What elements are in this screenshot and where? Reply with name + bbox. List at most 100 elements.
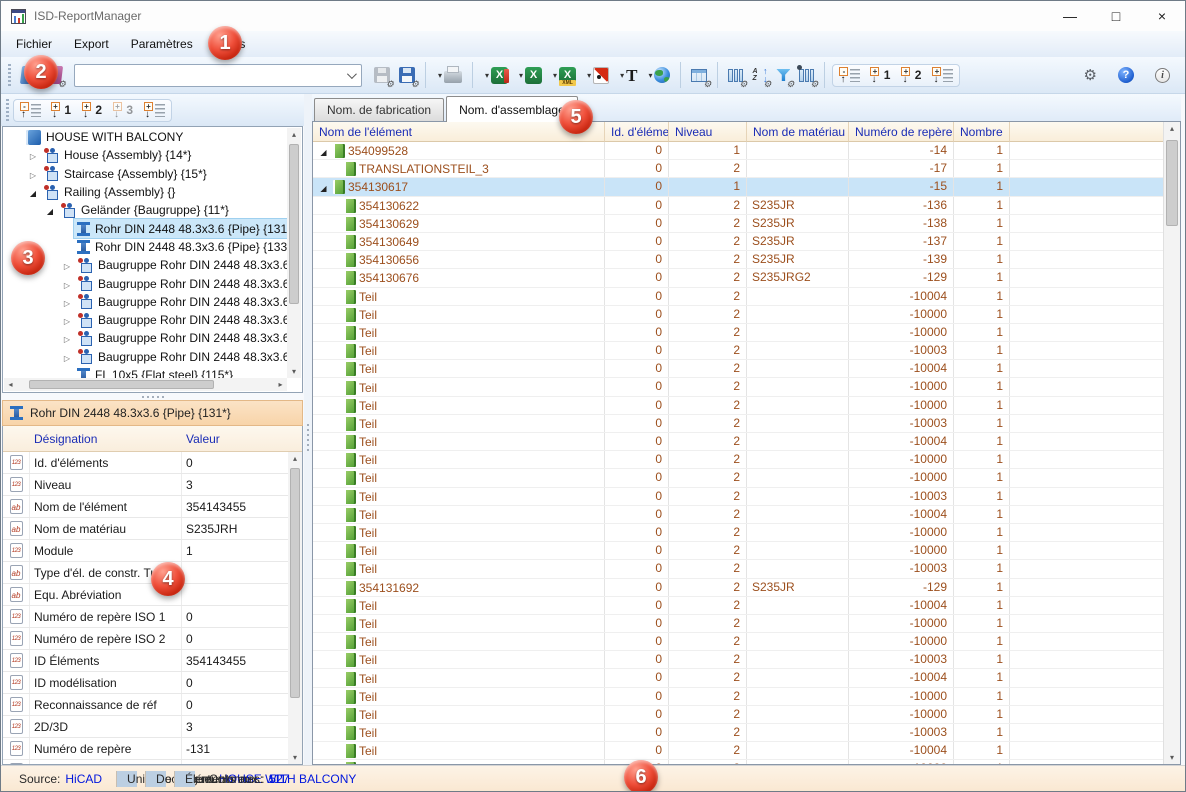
table-row[interactable]: Teil 0 2 -10000 1 [313,397,1163,415]
column-header[interactable]: Nom de matériau [747,122,849,142]
expander-icon[interactable] [317,180,330,194]
column-header[interactable]: Nombre [954,122,1010,142]
property-row[interactable]: Numéro de repère ISO 2 0 [3,628,288,650]
property-row[interactable]: Niveau 3 [3,474,288,496]
properties-scrollbar[interactable] [288,452,302,764]
table-row[interactable]: 354130629 0 2 S235JR -138 1 [313,215,1163,233]
tab[interactable]: Nom. d'assemblage [446,96,578,122]
table-row[interactable]: Teil 0 2 -10003 1 [313,488,1163,506]
table-row[interactable]: Teil 0 2 -10000 1 [313,633,1163,651]
table-row[interactable]: 354131692 0 2 S235JR -129 1 [313,579,1163,597]
table-row[interactable]: 354099528 0 1 -14 1 [313,142,1163,160]
scroll-left-icon[interactable] [4,378,17,391]
expand-level-1-button[interactable] [869,67,892,84]
collapse-all-button[interactable] [838,67,861,84]
expander-icon[interactable] [26,148,40,162]
tree-item[interactable]: Baugruppe Rohr DIN 2448 48.3x3.6 { [3,311,287,329]
table-vertical-scrollbar[interactable] [1163,122,1180,764]
table-row[interactable]: Teil 0 2 -10004 1 [313,433,1163,451]
property-row[interactable]: 2D/3D 3 [3,716,288,738]
expander-icon[interactable] [60,350,74,364]
table-row[interactable]: 354130676 0 2 S235JRG2 -129 1 [313,269,1163,287]
table-row[interactable]: Teil 0 2 -10000 1 [313,306,1163,324]
property-row[interactable]: Reconnaissance de réf 0 [3,694,288,716]
close-button[interactable]: × [1139,1,1185,31]
tree-item[interactable]: Baugruppe Rohr DIN 2448 48.3x3.6 { [3,274,287,292]
table-row[interactable]: Teil 0 2 -10003 1 [313,342,1163,360]
export-excel-xml-button[interactable] [548,60,579,90]
info-button[interactable] [1152,60,1173,90]
table-row[interactable]: Teil 0 2 -10000 1 [313,706,1163,724]
expand-level-2-button[interactable] [81,102,104,119]
maximize-button[interactable]: □ [1093,1,1139,31]
table-row[interactable]: Teil 0 2 -10004 1 [313,506,1163,524]
property-row[interactable]: Nom de matériau S235JRH [3,518,288,540]
table-row[interactable]: TRANSLATIONSTEIL_3 0 2 -17 1 [313,160,1163,178]
menu-item[interactable]: Export [63,33,120,55]
horizontal-splitter[interactable] [1,393,304,400]
menu-item[interactable]: Fichier [5,33,63,55]
expander-icon[interactable] [60,295,74,309]
expander-icon[interactable] [60,331,74,345]
property-row[interactable]: Type d'él. de constr. Tuy [3,562,288,584]
export-excel-button[interactable] [514,60,545,90]
scroll-right-icon[interactable] [274,378,287,391]
settings-button[interactable] [1081,60,1100,90]
table-row[interactable]: Teil 0 2 -10004 1 [313,360,1163,378]
tree-vertical-scrollbar[interactable] [287,128,301,378]
table-row[interactable]: Teil 0 2 -10003 1 [313,560,1163,578]
column-header[interactable]: Id. d'éléments [605,122,669,142]
column-header[interactable]: Niveau [669,122,747,142]
filter-button[interactable] [773,60,793,90]
scroll-down-icon[interactable] [288,751,302,764]
table-row[interactable]: Teil 0 2 -10004 1 [313,597,1163,615]
table-row[interactable]: Teil 0 2 -10000 1 [313,324,1163,342]
table-row[interactable]: 354130617 0 1 -15 1 [313,178,1163,196]
toolbar-grip[interactable] [6,99,9,121]
export-excel-template-button[interactable] [480,60,511,90]
table-row[interactable]: 354130649 0 2 S235JR -137 1 [313,233,1163,251]
table-row[interactable]: 354130656 0 2 S235JR -139 1 [313,251,1163,269]
tree-item[interactable]: Rohr DIN 2448 48.3x3.6 {Pipe} {133*} [3,238,287,256]
expander-icon[interactable] [26,185,40,199]
expand-all-button[interactable] [143,102,166,119]
expand-all-button[interactable] [931,67,954,84]
sort-settings-button[interactable] [749,60,770,90]
export-html-button[interactable] [643,60,673,90]
expand-level-3-button[interactable] [112,102,135,119]
table-row[interactable]: Teil 0 2 -10000 1 [313,524,1163,542]
property-row[interactable]: Nom de l'élément 354143455 [3,496,288,518]
scroll-up-icon[interactable] [288,452,302,465]
expander-icon[interactable] [60,313,74,327]
table-row[interactable]: Teil 0 2 -10000 1 [313,542,1163,560]
vertical-splitter[interactable] [304,94,312,765]
table-row[interactable]: Teil 0 2 -10003 1 [313,651,1163,669]
menu-item[interactable]: Paramètres [120,33,204,55]
user-columns-button[interactable] [796,60,817,90]
table-row[interactable]: Teil 0 2 -10000 1 [313,469,1163,487]
property-row[interactable]: Numéro de repère -131 [3,738,288,760]
expand-level-1-button[interactable] [50,102,73,119]
expander-icon[interactable] [26,167,40,181]
scroll-up-icon[interactable] [287,128,301,141]
save-as-button[interactable] [396,60,418,90]
expand-level-2-button[interactable] [900,67,923,84]
report-selector-combobox[interactable] [74,64,362,87]
table-settings-button[interactable] [688,60,710,90]
tree-item[interactable]: Railing {Assembly} {} [3,183,287,201]
tree-item[interactable]: Baugruppe Rohr DIN 2448 48.3x3.6 { [3,329,287,347]
property-row[interactable]: Numéro de repère ISO 1 0 [3,606,288,628]
minimize-button[interactable]: — [1047,1,1093,31]
tree-horizontal-scrollbar[interactable] [4,378,287,391]
help-button[interactable] [1115,60,1137,90]
expander-icon[interactable] [60,277,74,291]
tree-item[interactable]: Baugruppe Rohr DIN 2448 48.3x3.6 { [3,256,287,274]
expander-icon[interactable] [317,144,330,158]
scroll-down-icon[interactable] [287,365,301,378]
tab[interactable]: Nom. de fabrication [314,98,444,121]
scrollbar-thumb[interactable] [289,144,299,304]
export-pdf-button[interactable] [582,60,612,90]
tree-item[interactable]: Rohr DIN 2448 48.3x3.6 {Pipe} {131*} [3,219,287,237]
table-row[interactable]: Teil 0 2 -10000 1 [313,378,1163,396]
property-row[interactable]: Equ. Abréviation [3,584,288,606]
